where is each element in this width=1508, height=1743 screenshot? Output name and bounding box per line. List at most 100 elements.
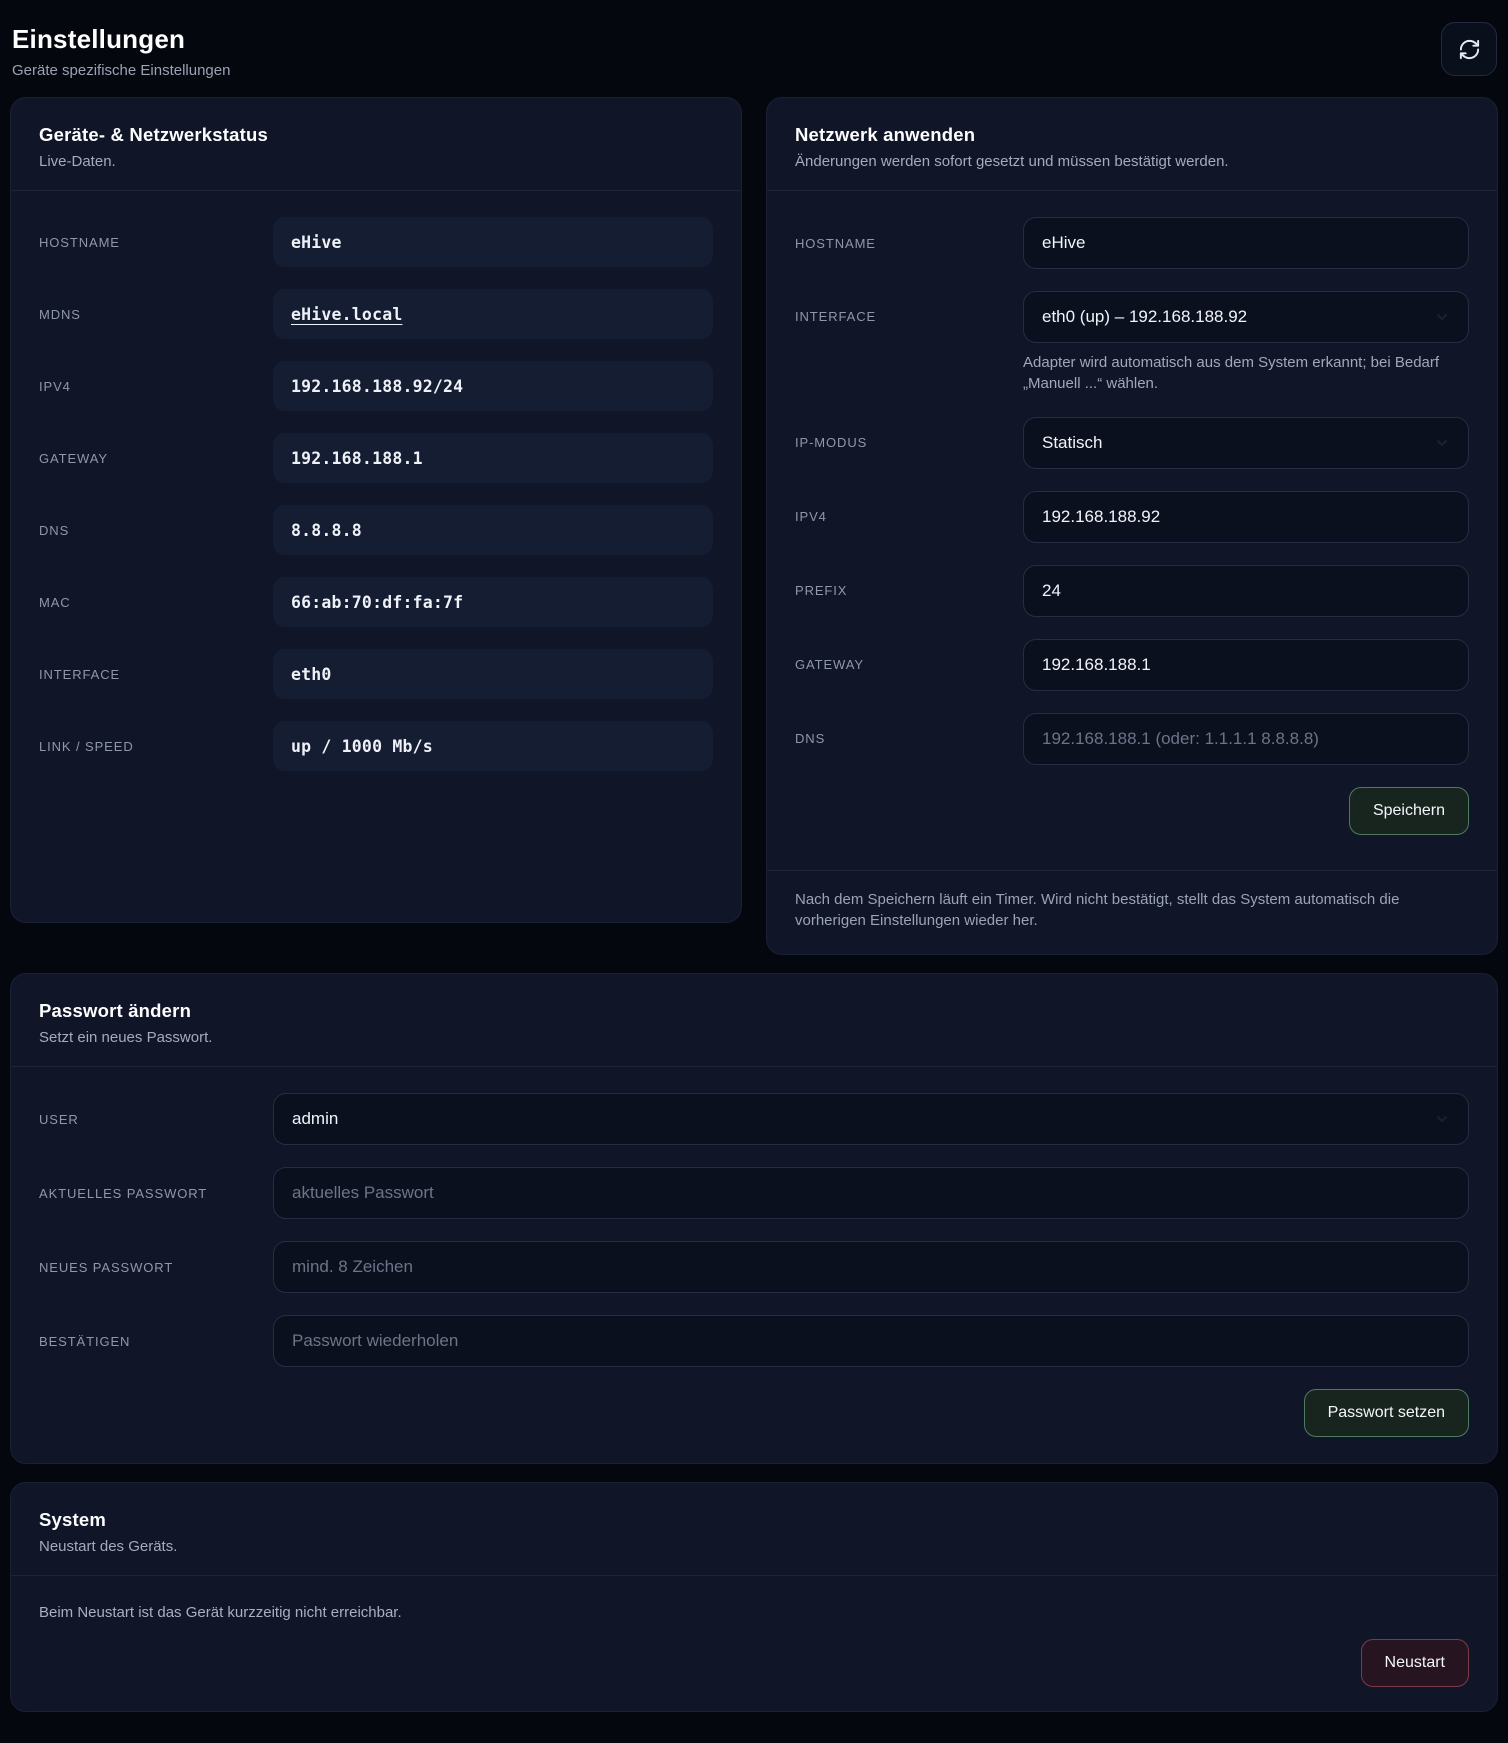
password-card: Passwort ändern Setzt ein neues Passwort… <box>10 973 1498 1464</box>
mdns-link[interactable]: eHive.local <box>273 289 713 339</box>
chevron-down-icon <box>1437 314 1447 320</box>
status-row-label: MDNS <box>39 306 81 322</box>
network-prefix-row: PREFIX <box>795 564 1469 617</box>
password-confirm-row: BESTÄTIGEN <box>39 1315 1469 1367</box>
network-save-row: Speichern <box>795 786 1469 835</box>
status-row-value: 8.8.8.8 <box>273 505 713 555</box>
network-hostname-input[interactable] <box>1023 217 1469 269</box>
network-dns-input[interactable] <box>1023 712 1469 765</box>
network-card-subtitle: Änderungen werden sofort gesetzt und müs… <box>795 153 1229 170</box>
network-interface-label: INTERFACE <box>795 309 877 324</box>
status-row-label: DNS <box>39 522 70 538</box>
status-row: GATEWAY 192.168.188.1 <box>39 433 713 483</box>
status-card: Geräte- & Netzwerkstatus Live-Daten. HOS… <box>10 97 742 923</box>
confirm-password-input[interactable] <box>273 1315 1469 1367</box>
user-select[interactable]: admin <box>273 1093 1469 1145</box>
network-footer-text: Nach dem Speichern läuft ein Timer. Wird… <box>795 890 1400 930</box>
status-row: IPV4 192.168.188.92/24 <box>39 361 713 411</box>
network-card-footer: Nach dem Speichern läuft ein Timer. Wird… <box>767 869 1497 955</box>
page-title: Einstellungen <box>12 24 186 54</box>
system-card-body: Beim Neustart ist das Gerät kurzzeitig n… <box>11 1576 1497 1711</box>
status-row: MAC 66:ab:70:df:fa:7f <box>39 577 713 627</box>
system-card: System Neustart des Geräts. Beim Neustar… <box>10 1482 1498 1712</box>
settings-page: Einstellungen Geräte spezifische Einstel… <box>0 0 1508 1724</box>
save-button[interactable]: Speichern <box>1348 786 1469 835</box>
password-current-label: AKTUELLES PASSWORT <box>39 1185 208 1201</box>
status-row-label: INTERFACE <box>39 666 121 682</box>
network-hostname-row: HOSTNAME <box>795 217 1469 269</box>
password-current-row: AKTUELLES PASSWORT <box>39 1167 1469 1219</box>
status-row-label: LINK / SPEED <box>39 738 134 754</box>
network-card-body: HOSTNAME INTERFACE eth0 (up) – 192.168.1… <box>767 191 1497 870</box>
chevron-down-icon <box>1437 439 1447 446</box>
network-interface-selected-value: eth0 (up) – 192.168.188.92 <box>1042 307 1248 326</box>
status-row-value: eHive <box>273 217 713 267</box>
system-card-subtitle: Neustart des Geräts. <box>39 1538 178 1555</box>
network-ipv4-label: IPV4 <box>795 509 827 525</box>
page-header: Einstellungen Geräte spezifische Einstel… <box>10 22 1498 79</box>
password-new-row: NEUES PASSWORT <box>39 1241 1469 1293</box>
status-row-label: IPV4 <box>39 378 71 394</box>
status-row: INTERFACE eth0 <box>39 649 713 699</box>
network-ipmode-select[interactable]: Statisch <box>1023 416 1469 469</box>
status-row-value: eth0 <box>273 649 713 699</box>
password-new-label: NEUES PASSWORT <box>39 1259 174 1275</box>
network-dns-label: DNS <box>795 731 826 747</box>
status-card-title: Geräte- & Netzwerkstatus <box>39 124 268 145</box>
status-row-value: 66:ab:70:df:fa:7f <box>273 577 713 627</box>
network-interface-select[interactable]: eth0 (up) – 192.168.188.92 <box>1023 291 1469 343</box>
user-selected-value: admin <box>292 1109 339 1128</box>
restart-button[interactable]: Neustart <box>1360 1639 1469 1687</box>
status-card-subtitle: Live-Daten. <box>39 153 116 170</box>
network-ipmode-row: IP-MODUS Statisch <box>795 416 1469 469</box>
status-row: HOSTNAME eHive <box>39 217 713 267</box>
top-cards-row: Geräte- & Netzwerkstatus Live-Daten. HOS… <box>10 97 1498 955</box>
password-card-subtitle: Setzt ein neues Passwort. <box>39 1029 213 1046</box>
password-user-row: USER admin <box>39 1093 1469 1145</box>
password-card-body: USER admin AKTUELLES PASSWORT NEUES PASS… <box>11 1067 1497 1463</box>
network-interface-row: INTERFACE eth0 (up) – 192.168.188.92 Ada… <box>795 291 1469 395</box>
status-row: DNS 8.8.8.8 <box>39 505 713 555</box>
network-gateway-label: GATEWAY <box>795 657 864 673</box>
status-row: MDNS eHive.local <box>39 289 713 339</box>
network-card-title: Netzwerk anwenden <box>795 124 976 145</box>
password-card-header: Passwort ändern Setzt ein neues Passwort… <box>11 974 1497 1067</box>
page-subtitle: Geräte spezifische Einstellungen <box>12 62 231 79</box>
status-row-value: 192.168.188.92/24 <box>273 361 713 411</box>
refresh-button[interactable] <box>1441 22 1497 76</box>
status-row-label: HOSTNAME <box>39 234 120 250</box>
status-row-value: 192.168.188.1 <box>273 433 713 483</box>
network-ipmode-label: IP-MODUS <box>795 435 868 451</box>
refresh-icon <box>1458 38 1481 61</box>
network-gateway-row: GATEWAY <box>795 638 1469 691</box>
network-ipv4-input[interactable] <box>1023 490 1469 543</box>
system-card-header: System Neustart des Geräts. <box>11 1483 1497 1576</box>
restart-note: Beim Neustart ist das Gerät kurzzeitig n… <box>39 1604 402 1621</box>
network-gateway-input[interactable] <box>1023 638 1469 691</box>
current-password-input[interactable] <box>273 1167 1469 1219</box>
status-row-label: GATEWAY <box>39 450 108 466</box>
password-confirm-label: BESTÄTIGEN <box>39 1333 131 1349</box>
password-submit-row: Passwort setzen <box>39 1389 1469 1437</box>
network-prefix-input[interactable] <box>1023 564 1469 617</box>
network-ipmode-selected-value: Statisch <box>1042 432 1103 452</box>
network-card-header: Netzwerk anwenden Änderungen werden sofo… <box>767 98 1497 191</box>
chevron-down-icon <box>1437 1116 1447 1122</box>
status-card-body: HOSTNAME eHive MDNS eHive.local IPV4 192… <box>11 191 741 797</box>
restart-button-row: Neustart <box>39 1639 1469 1687</box>
status-card-header: Geräte- & Netzwerkstatus Live-Daten. <box>11 98 741 191</box>
network-interface-help: Adapter wird automatisch aus dem System … <box>1023 354 1440 393</box>
system-card-title: System <box>39 1509 107 1530</box>
status-row-value: up / 1000 Mb/s <box>273 721 713 771</box>
password-user-label: USER <box>39 1111 79 1127</box>
set-password-button[interactable]: Passwort setzen <box>1303 1389 1469 1437</box>
network-dns-row: DNS <box>795 712 1469 765</box>
password-card-title: Passwort ändern <box>39 1000 192 1021</box>
status-row-label: MAC <box>39 594 71 610</box>
network-prefix-label: PREFIX <box>795 583 848 599</box>
network-hostname-label: HOSTNAME <box>795 235 876 251</box>
status-row: LINK / SPEED up / 1000 Mb/s <box>39 721 713 771</box>
new-password-input[interactable] <box>273 1241 1469 1293</box>
network-card: Netzwerk anwenden Änderungen werden sofo… <box>766 97 1498 955</box>
network-ipv4-row: IPV4 <box>795 490 1469 543</box>
